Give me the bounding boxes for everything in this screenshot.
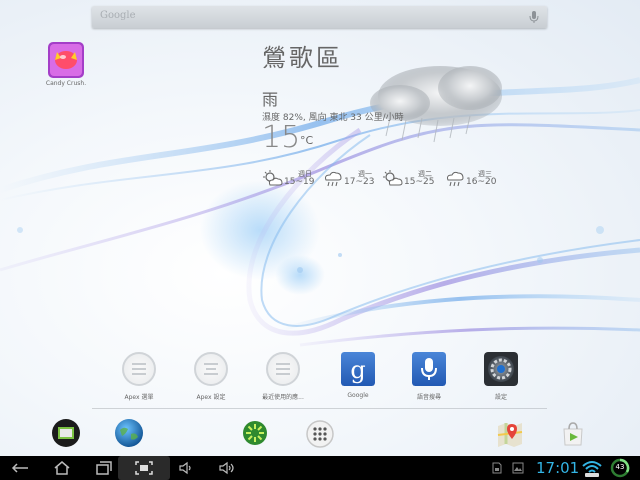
play-store-icon[interactable] xyxy=(559,420,587,448)
weather-city: 鶯歌區 xyxy=(262,44,343,72)
mic-icon[interactable] xyxy=(527,9,541,25)
media-center-icon[interactable] xyxy=(242,420,268,446)
app-drawer-icon[interactable] xyxy=(306,420,334,448)
volume-down-button[interactable] xyxy=(174,456,198,480)
rain-icon xyxy=(447,171,464,187)
forecast-range: 16~20 xyxy=(466,177,497,187)
battery-level: 43 xyxy=(615,463,625,471)
screenshot-icon xyxy=(135,461,153,475)
weather-condition: 雨 xyxy=(262,90,279,109)
dock-app-voice-search[interactable]: 語音搜尋 xyxy=(410,352,448,402)
status-clock[interactable]: 17:01 xyxy=(536,459,579,477)
wifi-icon xyxy=(582,461,602,477)
dock-app-settings[interactable]: 設定 xyxy=(482,352,520,402)
google-search-icon: g xyxy=(341,352,375,386)
dock-divider xyxy=(92,408,547,409)
hotseat xyxy=(0,412,640,456)
file-manager-icon[interactable] xyxy=(51,418,81,448)
dock-apps: Apex 選單 Apex 設定 最近使用的應... g Google 語音搜尋 xyxy=(0,350,640,410)
screenshot-button[interactable] xyxy=(118,456,170,480)
dock-app-recent-apps[interactable]: 最近使用的應... xyxy=(262,352,304,402)
dock-app-label: 語音搜尋 xyxy=(416,394,441,401)
weather-unit: °C xyxy=(300,134,314,147)
candy-crush-app[interactable]: Candy Crush. xyxy=(46,42,86,92)
svg-text:g: g xyxy=(350,356,365,384)
sd-card-icon xyxy=(492,462,502,474)
dock-app-google[interactable]: g Google xyxy=(339,352,377,402)
dock-app-label: 設定 xyxy=(494,394,507,401)
voice-search-icon xyxy=(412,352,446,386)
back-button[interactable] xyxy=(6,456,34,480)
dock-app-label: Apex 選單 xyxy=(124,394,154,401)
volume-down-icon xyxy=(179,461,191,475)
rain-icon xyxy=(325,171,342,187)
image-notification-icon xyxy=(512,462,524,474)
dock-app-label: 最近使用的應... xyxy=(262,394,304,401)
forecast-range: 15~19 xyxy=(284,177,315,187)
apex-menu-icon xyxy=(122,352,156,386)
volume-up-button[interactable] xyxy=(214,456,240,480)
recents-icon xyxy=(96,461,112,475)
recent-apps-icon xyxy=(266,352,300,386)
dock-app-apex-menu[interactable]: Apex 選單 xyxy=(120,352,158,402)
candy-crush-icon xyxy=(48,42,84,78)
dock-app-label: Apex 設定 xyxy=(196,394,226,401)
candy-crush-label: Candy Crush. xyxy=(45,80,87,87)
apex-settings-icon xyxy=(194,352,228,386)
home-icon xyxy=(54,461,70,475)
recents-button[interactable] xyxy=(90,456,118,480)
forecast-day-2: 週二 15~25 xyxy=(382,168,442,192)
forecast-day-3: 週三 16~20 xyxy=(444,168,504,192)
search-label: Google xyxy=(100,10,136,21)
weather-temperature: 15 xyxy=(262,120,301,155)
google-search-bar[interactable]: Google xyxy=(92,6,547,28)
back-arrow-icon xyxy=(11,463,28,473)
forecast-range: 15~25 xyxy=(404,177,435,187)
forecast-day-0: 週日 15~19 xyxy=(262,168,322,192)
browser-globe-icon[interactable] xyxy=(114,418,144,448)
partly-cloudy-icon xyxy=(383,170,403,186)
forecast-range: 17~23 xyxy=(344,177,375,187)
home-button[interactable] xyxy=(48,456,76,480)
forecast-day-1: 週一 17~23 xyxy=(322,168,382,192)
maps-icon[interactable] xyxy=(496,420,524,448)
settings-icon xyxy=(484,352,518,386)
system-nav-bar: 17:01 43 xyxy=(0,456,640,480)
rain-cloud-icon xyxy=(370,66,502,143)
volume-up-icon xyxy=(219,461,234,475)
dock-app-apex-settings[interactable]: Apex 設定 xyxy=(192,352,230,402)
partly-cloudy-icon xyxy=(263,170,283,186)
dock-app-label: Google xyxy=(347,392,369,399)
battery-indicator[interactable]: 43 xyxy=(610,458,630,478)
